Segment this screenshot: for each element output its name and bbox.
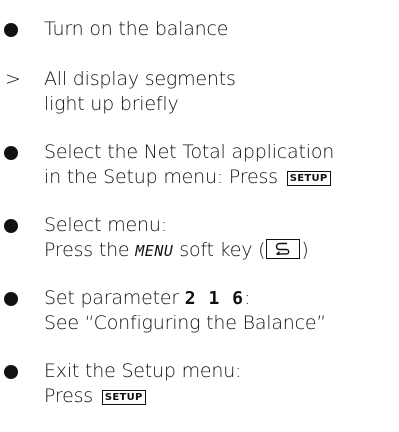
step-text: Press [44,385,94,407]
step-text: ) [301,239,309,261]
step-text: Turn on the balance [44,18,229,40]
bullet-icon [4,140,26,165]
setup-key: SETUP [101,390,146,405]
menu-display-word: MENU [135,242,174,260]
step-text: Select the Net Total application [44,141,335,163]
step-text: Press the [44,239,130,261]
step-text: All display segments [44,68,236,90]
bullet-icon [4,286,26,311]
setup-key: SETUP [286,171,331,186]
result-arrow-icon: > [5,68,21,90]
step-text: Exit the Setup menu: [44,360,242,382]
instruction-page: Turn on the balance > All display segmen… [0,0,399,432]
step-text: Select menu: [44,214,167,236]
step-text: soft key ( [179,239,266,261]
parameter-code: 2 1 6 [184,288,244,309]
bullet-icon [4,213,26,238]
bullet-icon [4,17,26,42]
step-text: See “Configuring the Balance” [44,312,327,334]
loop-arrow-icon [266,239,301,259]
step-text: in the Setup menu: Press [44,166,278,188]
step-text: Set parameter [44,287,179,309]
step-text: light up briefly [44,93,179,115]
bullet-icon [4,359,26,384]
